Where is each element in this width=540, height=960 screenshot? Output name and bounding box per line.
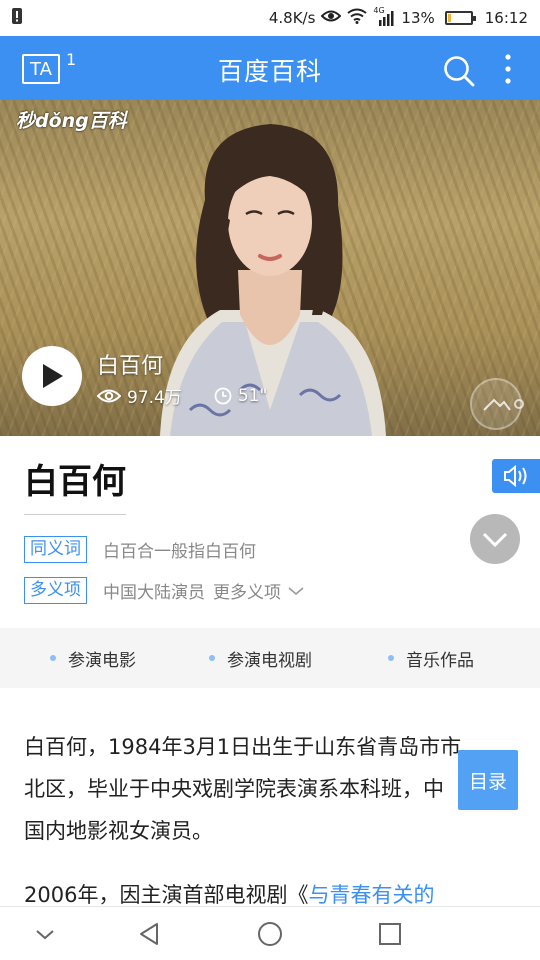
synonym-row: 同义词 白百合一般指白百何 [24,536,256,563]
hide-nav-icon[interactable] [30,919,60,949]
career-text: 2006年，因主演首部电视剧《 [24,883,309,907]
toc-button[interactable]: 目录 [458,750,518,810]
video-title: 白百何 [97,354,164,379]
drama-link[interactable]: 与青春有关的 [308,883,434,907]
quick-links-bar: 参演电影 参演电视剧 音乐作品 [0,628,540,688]
signal-icon: 4G [373,6,395,26]
battery-fill [447,14,451,22]
video-watermark: 秒dǒng百科 [16,110,127,132]
polysemy-tag: 多义项 [24,577,87,604]
view-count: 97.4万 [127,388,182,408]
network-speed: 4.8K/s [268,9,316,27]
back-icon[interactable] [135,919,165,949]
tab-label: 音乐作品 [406,650,474,671]
synonym-text[interactable]: 白百合一般指白百何 [103,537,256,562]
notification-alert-icon [12,8,22,28]
wifi-icon [347,8,368,28]
video-meta: 97.4万 51" [97,383,267,408]
home-icon[interactable] [255,919,285,949]
polysemy-row: 多义项 中国大陆演员 更多义项 [24,577,305,604]
summary-line: 白百何，1984年3月1日出生于山东省青岛市市 [24,735,462,759]
play-icon [43,364,63,388]
carousel-dot [514,399,524,409]
search-icon[interactable] [442,54,476,88]
mountain-icon [483,398,511,411]
summary-paragraph: 白百何，1984年3月1日出生于山东省青岛市市 北区，毕业于中央戏剧学院表演系本… [24,726,520,852]
eye-comfort-icon [321,9,342,27]
network-type: 4G [373,6,385,15]
tab-tv-series[interactable]: 参演电视剧 [209,628,312,688]
summary-line: 北区，毕业于中央戏剧学院表演系本科班，中 [24,777,444,801]
clock: 16:12 [484,9,528,27]
expand-button[interactable] [470,514,520,564]
tab-label: 参演电影 [68,650,136,671]
tab-films[interactable]: 参演电影 [50,628,136,688]
more-meanings-link[interactable]: 更多义项 [213,578,281,603]
battery-icon [444,11,476,25]
clock-icon [214,387,232,404]
synonym-tag: 同义词 [24,536,87,563]
system-nav-bar [0,906,540,960]
summary-line: 国内地影视女演员。 [24,819,213,843]
battery-percent: 13% [401,9,435,27]
pronunciation-button[interactable] [492,459,540,493]
chevron-down-icon [482,532,508,548]
chevron-down-icon[interactable] [287,585,305,597]
entry-title: 白百何 [24,462,126,502]
title-divider [24,514,126,515]
tab-label: 参演电视剧 [227,650,312,671]
video-player[interactable]: 秒dǒng百科 白百何 97.4万 51" [0,100,540,436]
tab-music[interactable]: 音乐作品 [388,628,474,688]
video-duration: 51" [237,385,268,406]
more-menu-icon[interactable] [500,52,516,88]
play-button[interactable] [22,346,82,406]
app-header: TA 1 百度百科 [0,36,540,100]
recents-icon[interactable] [375,919,405,949]
view-count-icon [97,389,121,402]
page: 4.8K/s 4G 13% 16:12 TA 1 百度百科 秒dǒng百科 白百… [0,0,540,960]
polysemy-text: 中国大陆演员 [103,583,205,603]
status-bar: 4.8K/s 4G 13% 16:12 [0,0,540,36]
speaker-icon [504,464,527,488]
